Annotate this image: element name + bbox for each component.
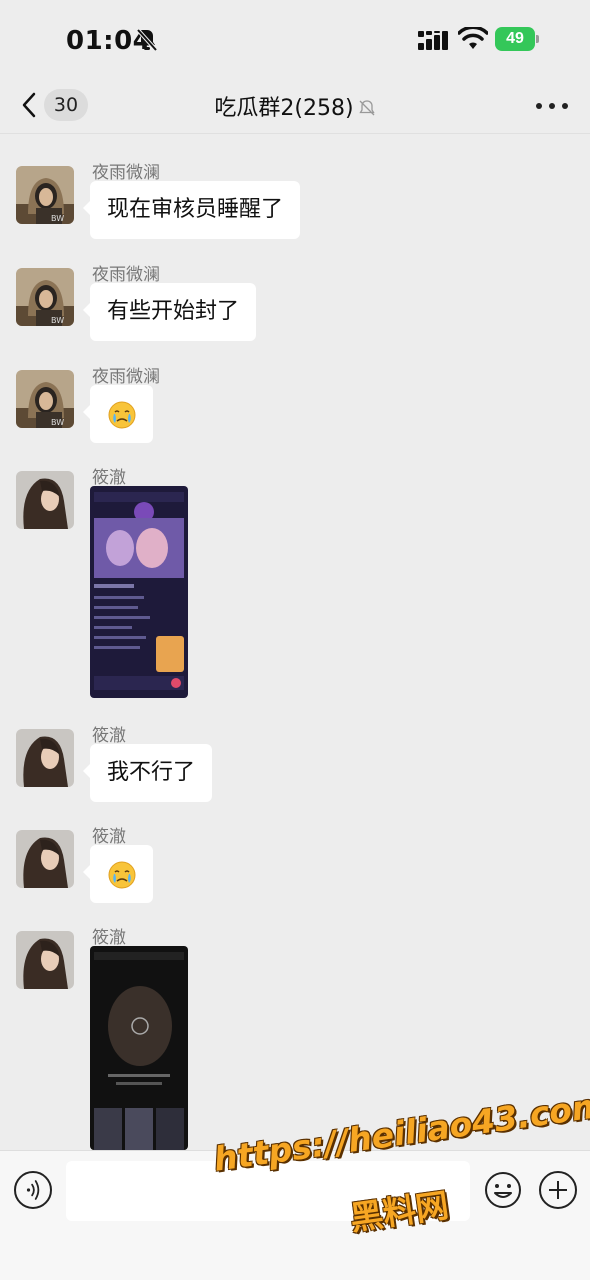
- chat-title-text: 吃瓜群2(258): [214, 96, 354, 121]
- wifi-icon: [458, 27, 488, 49]
- avatar[interactable]: BW: [16, 268, 74, 326]
- avatar[interactable]: [16, 830, 74, 888]
- emoji-icon[interactable]: [484, 1171, 522, 1209]
- sender-name: 夜雨微澜: [92, 367, 160, 387]
- avatar[interactable]: [16, 931, 74, 989]
- svg-text:BW: BW: [51, 214, 64, 223]
- nav-bar: 30 吃瓜群2(258): [0, 80, 590, 134]
- image-message[interactable]: [90, 486, 188, 698]
- crying-face-emoji-icon: [108, 861, 136, 889]
- more-icon[interactable]: [532, 96, 572, 116]
- emoji-bubble[interactable]: [83, 385, 153, 443]
- svg-text:BW: BW: [51, 418, 64, 427]
- status-bar: 01:04 49: [0, 0, 590, 80]
- battery-level: 49: [495, 27, 535, 51]
- chat-title: 吃瓜群2(258): [0, 90, 590, 122]
- battery-icon: 49: [495, 27, 539, 51]
- signal-icon: [418, 31, 448, 50]
- image-message[interactable]: [90, 946, 188, 1150]
- sender-name: 筱澈: [92, 827, 126, 847]
- sender-name: 夜雨微澜: [92, 265, 160, 285]
- plus-icon[interactable]: [539, 1171, 577, 1209]
- avatar[interactable]: [16, 471, 74, 529]
- avatar[interactable]: [16, 729, 74, 787]
- emoji-bubble[interactable]: [83, 845, 153, 903]
- svg-text:BW: BW: [51, 316, 64, 325]
- text-bubble[interactable]: 现在审核员睡醒了: [82, 181, 301, 239]
- bell-slash-icon: [136, 28, 158, 52]
- battery-cap: [536, 35, 539, 43]
- crying-face-emoji-icon: [108, 401, 136, 429]
- avatar[interactable]: BW: [16, 370, 74, 428]
- text-bubble[interactable]: 我不行了: [82, 744, 213, 802]
- bell-slash-icon: [358, 100, 375, 116]
- sender-name: 夜雨微澜: [92, 163, 160, 183]
- avatar[interactable]: BW: [16, 166, 74, 224]
- text-bubble[interactable]: 有些开始封了: [82, 283, 257, 341]
- input-bar: [0, 1150, 590, 1280]
- sender-name: 筱澈: [92, 468, 126, 488]
- sender-name: 筱澈: [92, 726, 126, 746]
- sender-name: 筱澈: [92, 928, 126, 948]
- voice-icon[interactable]: [14, 1171, 52, 1209]
